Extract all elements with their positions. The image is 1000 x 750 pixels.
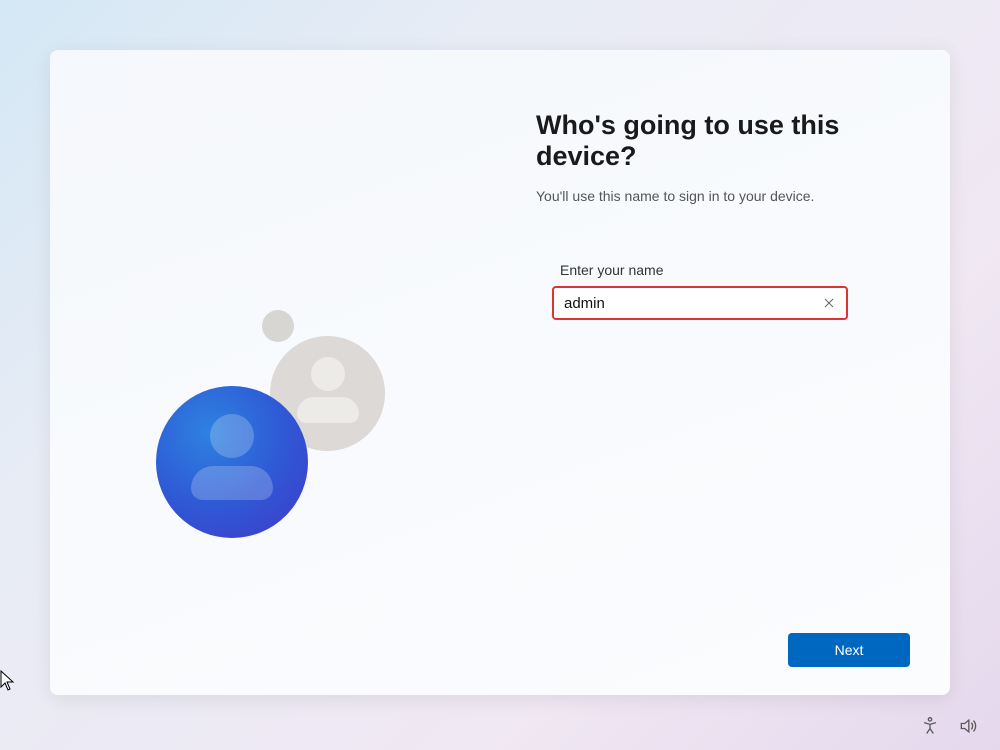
page-subtitle: You'll use this name to sign in to your … — [536, 188, 910, 204]
clear-input-button[interactable] — [820, 294, 838, 312]
person-icon-primary — [156, 386, 308, 538]
name-input[interactable] — [564, 295, 820, 312]
volume-icon[interactable] — [958, 716, 978, 736]
form-pane: Who's going to use this device? You'll u… — [500, 50, 950, 695]
avatar-illustration — [150, 310, 450, 610]
name-field-label: Enter your name — [560, 262, 910, 278]
accessibility-icon[interactable] — [920, 716, 940, 736]
next-button[interactable]: Next — [788, 633, 910, 667]
close-icon — [824, 298, 834, 308]
name-input-wrap[interactable] — [552, 286, 848, 320]
cursor-icon — [0, 670, 16, 692]
page-title: Who's going to use this device? — [536, 110, 910, 172]
illustration-pane — [50, 50, 500, 695]
system-tray — [920, 716, 978, 736]
decorative-circle — [262, 310, 294, 342]
setup-card: Who's going to use this device? You'll u… — [50, 50, 950, 695]
